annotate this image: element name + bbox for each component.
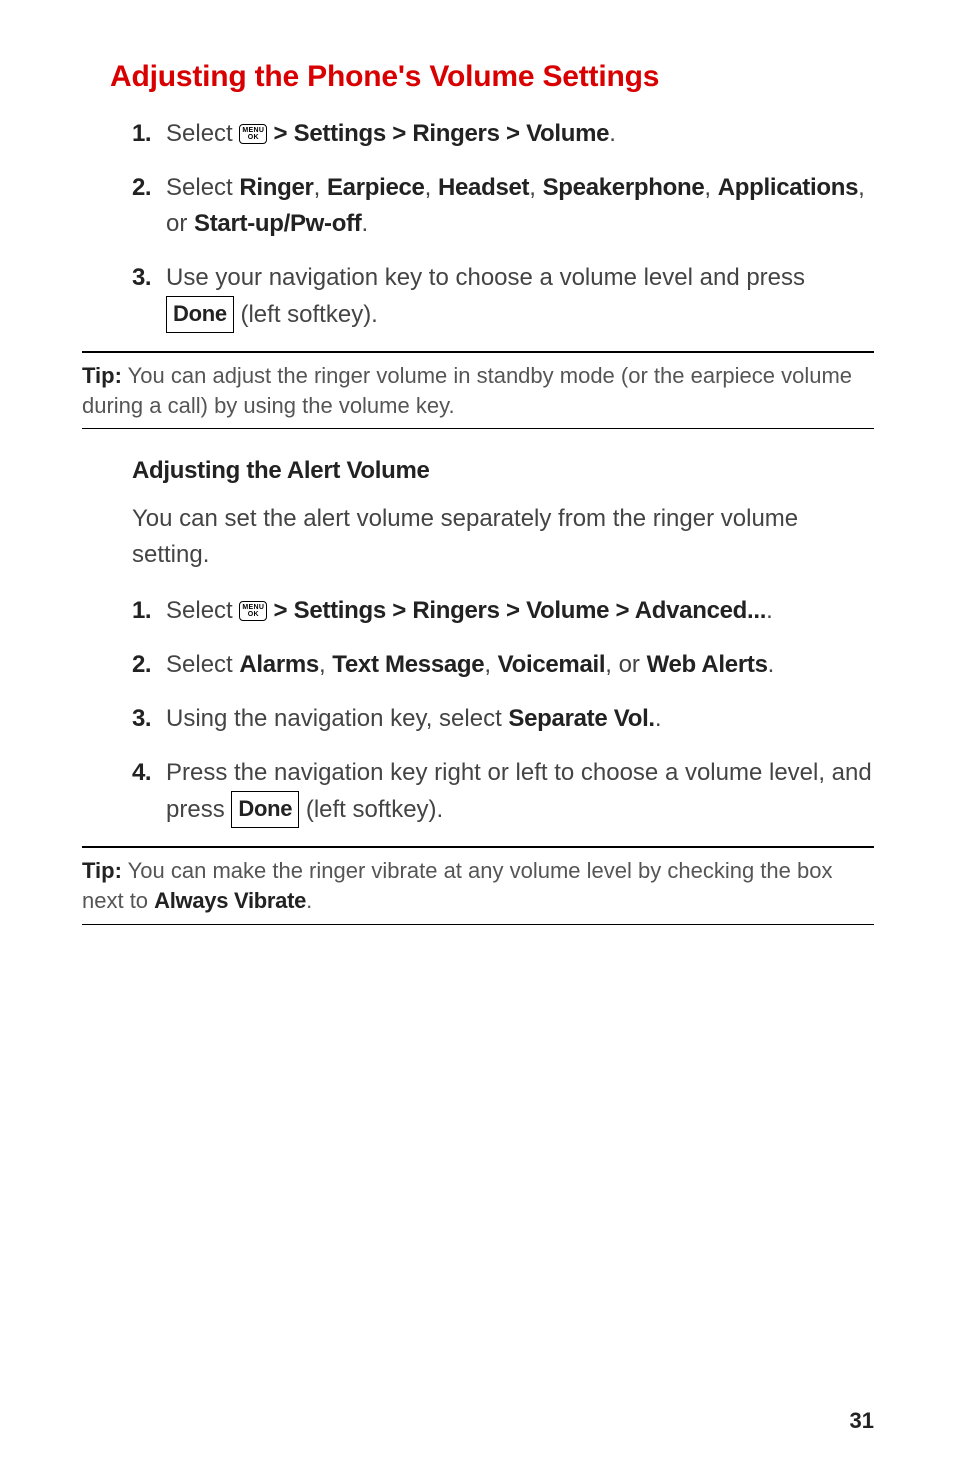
tip-label: Tip: [82,363,122,388]
step-num: 2. [132,170,151,206]
sub-title-alert: Adjusting the Alert Volume [132,457,874,485]
step-num: 4. [132,755,151,791]
option: Web Alerts [647,651,768,678]
tip-label: Tip: [82,858,122,883]
option: Speakerphone [543,174,705,201]
intro-text: You can set the alert volume separately … [132,501,874,573]
path: > Settings > Ringers > Volume [267,120,609,147]
always-vibrate: Always Vibrate [154,888,306,913]
comma: , [529,174,542,201]
menu-ok-icon: MENUOK [239,124,267,144]
period: . [362,210,369,237]
step-text: Using the navigation key, select [166,705,508,732]
step-text: Select [166,174,239,201]
step-1-1: 1. Select MENUOK > Settings > Ringers > … [132,116,874,152]
step-text: (left softkey). [299,796,443,823]
option: Applications [718,174,858,201]
step-num: 1. [132,593,151,629]
step-1-3: 3. Use your navigation key to choose a v… [132,260,874,333]
option: Ringer [239,174,313,201]
step-num: 3. [132,701,151,737]
steps-list-1: 1. Select MENUOK > Settings > Ringers > … [132,116,874,333]
step-text: . [609,120,616,147]
steps-list-2: 1. Select MENUOK > Settings > Ringers > … [132,593,874,828]
tip-box-2: Tip: You can make the ringer vibrate at … [82,846,874,924]
step-2-3: 3. Using the navigation key, select Sepa… [132,701,874,737]
step-text: Select [166,597,239,624]
section-title-volume: Adjusting the Phone's Volume Settings [110,60,874,94]
tip-text: . [306,888,312,913]
option: Alarms [239,651,319,678]
step-num: 2. [132,647,151,683]
period: . [768,651,775,678]
option: Headset [438,174,529,201]
step-num: 3. [132,260,151,296]
step-2-1: 1. Select MENUOK > Settings > Ringers > … [132,593,874,629]
option: Start-up/Pw-off [194,210,361,237]
period: . [766,597,773,624]
step-2-4: 4. Press the navigation key right or lef… [132,755,874,828]
menu-ok-icon: MENUOK [239,601,267,621]
step-text: Select [166,651,239,678]
tip-text: You can adjust the ringer volume in stan… [82,363,852,418]
period: . [655,705,662,732]
path: > Settings > Ringers > Volume > Advanced… [267,597,766,624]
comma: , [704,174,717,201]
step-1-2: 2. Select Ringer, Earpiece, Headset, Spe… [132,170,874,242]
step-2-2: 2. Select Alarms, Text Message, Voicemai… [132,647,874,683]
comma: , [425,174,438,201]
tip-box-1: Tip: You can adjust the ringer volume in… [82,351,874,429]
option: Separate Vol. [508,705,654,732]
comma: , [314,174,327,201]
option: Text Message [332,651,484,678]
comma: , [319,651,332,678]
step-text: Use your navigation key to choose a volu… [166,264,805,291]
comma: , [484,651,497,678]
step-text: (left softkey). [234,301,378,328]
done-key: Done [166,296,234,333]
step-text: Select [166,120,239,147]
comma: , or [605,651,646,678]
option: Earpiece [327,174,425,201]
step-num: 1. [132,116,151,152]
done-key: Done [231,791,299,828]
option: Voicemail [498,651,606,678]
page-number: 31 [850,1408,874,1434]
